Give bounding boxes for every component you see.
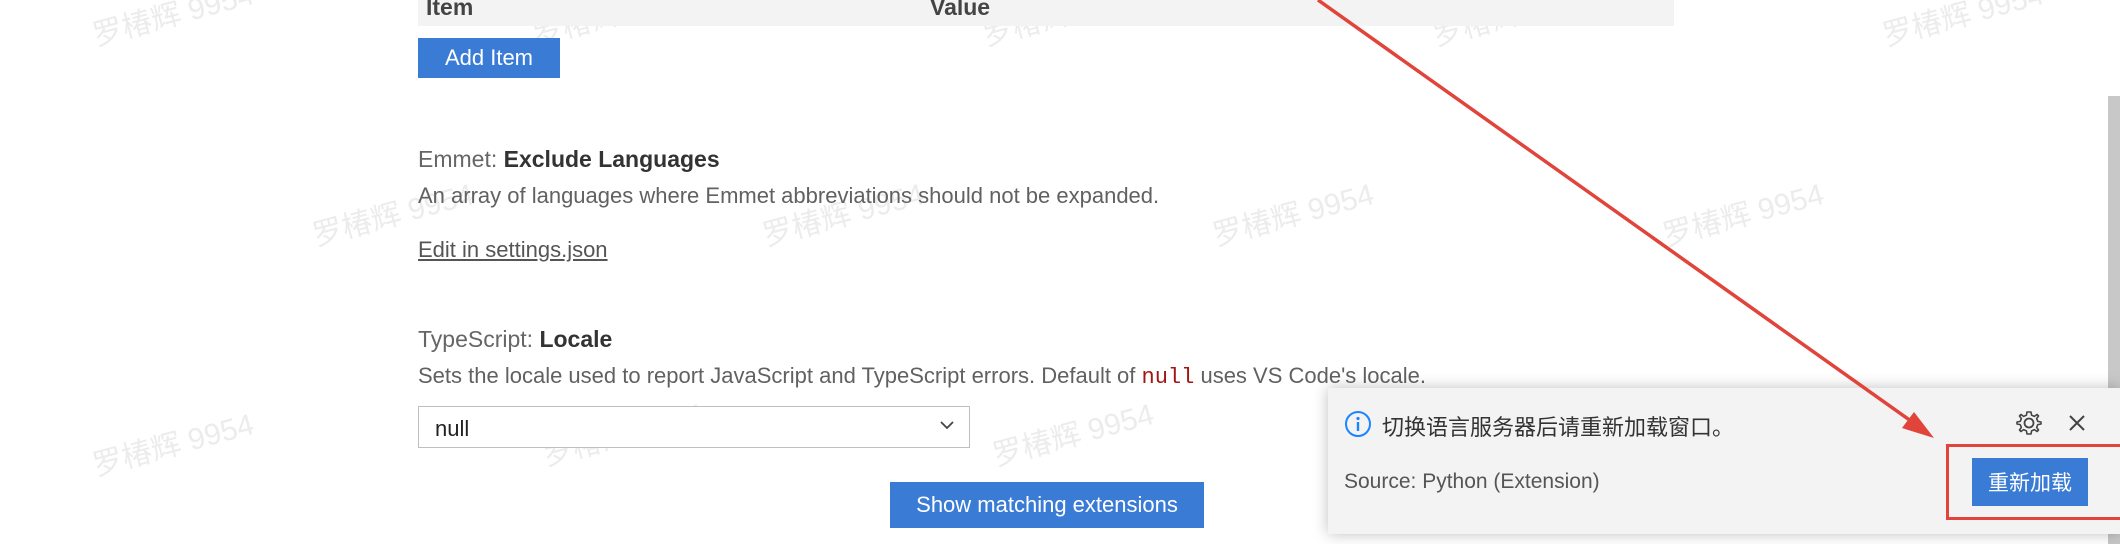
typescript-setting-description: Sets the locale used to report JavaScrip… <box>418 363 1426 390</box>
setting-category: TypeScript: <box>418 326 540 352</box>
annotation-highlight-box <box>1946 444 2120 520</box>
description-text: Sets the locale used to report JavaScrip… <box>418 363 1142 388</box>
show-matching-extensions-button[interactable]: Show matching extensions <box>890 482 1204 528</box>
watermark: 罗椿辉 9954 <box>89 0 258 53</box>
locale-select-value: null <box>435 416 470 441</box>
locale-select[interactable]: null <box>418 406 970 448</box>
close-icon[interactable] <box>2062 408 2092 438</box>
notification-message: 切换语言服务器后请重新加载窗口。 <box>1382 415 1735 440</box>
null-code: null <box>1141 365 1195 390</box>
setting-name: Locale <box>539 326 613 352</box>
watermark: 罗椿辉 9954 <box>1659 178 1828 253</box>
chevron-down-icon <box>940 421 954 430</box>
watermark: 罗椿辉 9954 <box>1209 178 1378 253</box>
column-header-item: Item <box>426 0 474 20</box>
watermark: 罗椿辉 9954 <box>89 408 258 483</box>
info-icon <box>1345 411 1371 437</box>
description-text: uses VS Code's locale. <box>1194 363 1426 388</box>
edit-in-settings-json-link[interactable]: Edit in settings.json <box>418 237 608 263</box>
setting-category: Emmet: <box>418 146 504 172</box>
emmet-setting-title: Emmet: Exclude Languages <box>418 146 720 173</box>
gear-icon[interactable] <box>2014 408 2044 438</box>
watermark: 罗椿辉 9954 <box>989 398 1158 473</box>
emmet-setting-description: An array of languages where Emmet abbrev… <box>418 183 1160 208</box>
notification-source: Source: Python (Extension) <box>1344 470 1600 493</box>
table-header: Item Value <box>418 0 1674 26</box>
typescript-setting-title: TypeScript: Locale <box>418 326 612 353</box>
setting-name: Exclude Languages <box>503 146 720 172</box>
add-item-button[interactable]: Add Item <box>418 38 560 78</box>
column-header-value: Value <box>930 0 991 20</box>
settings-page: 罗椿辉 9954 罗椿辉 9954 罗椿辉 9954 罗椿辉 9954 罗椿辉 … <box>0 0 2120 544</box>
watermark: 罗椿辉 9954 <box>1879 0 2048 53</box>
